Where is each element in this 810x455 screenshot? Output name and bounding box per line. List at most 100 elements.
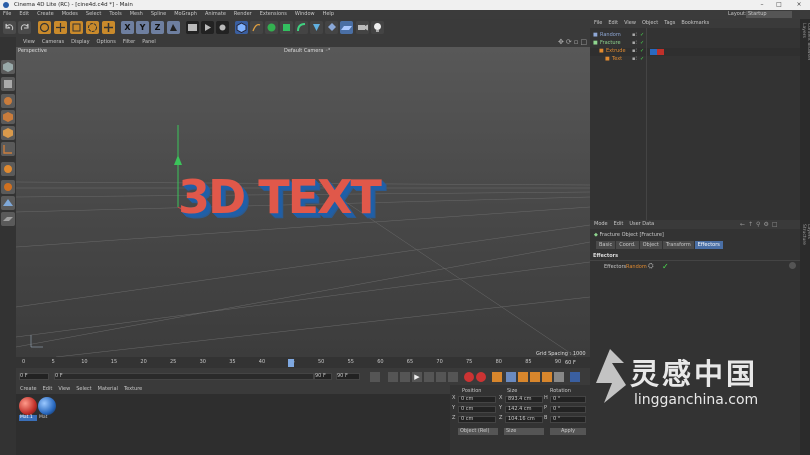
visibility-toggle-icon[interactable]: ▪⁝ [632,40,637,46]
side-tab-structure[interactable]: Structure [801,224,806,246]
object-menu-view[interactable]: View [624,20,636,26]
attribute-menu-edit[interactable]: Edit [614,221,624,227]
autokey-icon[interactable] [476,372,486,382]
texture-mode-icon[interactable] [1,94,15,108]
snap-icon[interactable] [1,196,15,210]
render-picture-viewer-icon[interactable] [201,21,214,34]
viewport-menu-display[interactable]: Display [71,39,89,45]
material-tag-icon[interactable] [650,49,664,55]
material-menu-edit[interactable]: Edit [43,386,53,392]
bend-deformer-icon[interactable] [295,21,308,34]
edges-mode-icon[interactable] [1,126,15,140]
scale-key-icon[interactable] [518,372,528,382]
go-to-start-icon[interactable] [370,372,380,382]
object-row[interactable]: ■ Text ▪⁝ ✓ [590,56,800,64]
object-menu-edit[interactable]: Edit [608,20,618,26]
menu-item-spline[interactable]: Spline [151,11,166,17]
menu-item-extensions[interactable]: Extensions [260,11,287,17]
undo-icon[interactable] [3,21,16,34]
scale-icon[interactable] [70,21,83,34]
viewport-menu-view[interactable]: View [23,39,35,45]
next-frame-icon[interactable] [424,372,434,382]
object-row[interactable]: ■ Random ▪⁝ ✓ [590,32,800,40]
tweak-mode-icon[interactable] [1,180,15,194]
effectors-field-value[interactable]: Random [626,264,647,270]
record-icon[interactable] [464,372,474,382]
coordinate-mode-select[interactable]: Object (Rel) [458,428,498,435]
viewport-nav-icons[interactable]: ✥⟳▫□ [558,38,588,46]
visibility-toggle-icon[interactable]: ▪⁝ [632,48,637,54]
array-icon[interactable] [280,21,293,34]
start-frame-field[interactable]: 0 F [19,373,49,380]
menu-item-create[interactable]: Create [37,11,54,17]
end-frame-field[interactable]: 90 F [336,373,360,380]
menu-item-mograph[interactable]: MoGraph [174,11,197,17]
y-axis-lock-button[interactable]: Y [136,21,149,34]
close-button[interactable]: × [792,0,806,10]
floor-icon[interactable] [340,21,353,34]
timeline-ruler[interactable]: 051015202530354045505560657075808590 60 … [16,357,590,368]
enabled-check-icon[interactable]: ✓ [640,40,644,46]
attribute-menu-user-data[interactable]: User Data [629,221,654,227]
render-settings-icon[interactable] [216,21,229,34]
pla-key-icon[interactable] [554,372,564,382]
layout-select[interactable]: Startup [746,11,792,18]
tag-icon[interactable] [325,21,338,34]
position-field[interactable]: 0 cm [458,416,496,423]
material-menu-select[interactable]: Select [76,386,91,392]
side-tab-content-browser[interactable]: Content Browser [806,23,810,61]
rotation-key-icon[interactable] [530,372,540,382]
position-field[interactable]: 0 cm [458,396,496,403]
camera-icon[interactable] [356,21,369,34]
menu-item-modes[interactable]: Modes [62,11,78,17]
material-menu-texture[interactable]: Texture [124,386,142,392]
make-editable-icon[interactable] [1,60,15,74]
workplane-icon[interactable] [1,212,15,226]
viewport-3d[interactable]: Perspective Default Camera ◦° 3D TEXT Gr… [16,47,590,363]
live-select-icon[interactable] [38,21,51,34]
3d-text-object[interactable]: 3D TEXT [178,172,382,222]
subdivision-surface-icon[interactable] [265,21,278,34]
apply-button[interactable]: Apply [550,428,586,435]
attribute-menu-mode[interactable]: Mode [594,221,608,227]
playhead[interactable] [288,359,294,367]
rotation-field[interactable]: 0 ° [550,416,586,423]
menu-item-help[interactable]: Help [323,11,334,17]
menu-item-animate[interactable]: Animate [205,11,226,17]
menu-item-file[interactable]: File [3,11,11,17]
material-swatch-1[interactable]: Mat.1 [19,397,37,423]
parameter-key-icon[interactable] [542,372,552,382]
viewport-menu-filter[interactable]: Filter [123,39,135,45]
keyframe-selection-icon[interactable] [492,372,502,382]
enabled-check-icon[interactable]: ✓ [640,48,644,54]
visibility-toggle-icon[interactable]: ▪⁝ [632,56,637,62]
light-icon[interactable] [371,21,384,34]
render-view-icon[interactable] [186,21,199,34]
menu-item-edit[interactable]: Edit [19,11,29,17]
side-tab-layers[interactable]: Layers [806,224,810,246]
rotate-icon[interactable] [86,21,99,34]
axis-mode-icon[interactable] [1,162,15,176]
points-mode-icon[interactable] [1,110,15,124]
effector-icon[interactable]: ⛭ [648,262,656,270]
redo-icon[interactable] [18,21,31,34]
object-menu-file[interactable]: File [594,20,602,26]
enabled-check-icon[interactable]: ✓ [640,56,644,62]
size-field[interactable]: 104.16 cm [505,416,543,423]
model-mode-icon[interactable] [1,77,15,91]
viewport-menu-cameras[interactable]: Cameras [42,39,64,45]
menu-item-tools[interactable]: Tools [109,11,121,17]
preview-end-field[interactable]: 90 F [314,373,332,380]
size-mode-select[interactable]: Size [504,428,544,435]
next-key-icon[interactable] [436,372,446,382]
position-key-icon[interactable] [506,372,516,382]
tab-effectors[interactable]: Effectors [694,241,723,249]
enabled-check-icon[interactable]: ✓ [640,32,644,38]
tab-transform[interactable]: Transform [662,241,694,249]
material-swatch-2[interactable]: Mat [38,397,56,423]
minimize-button[interactable]: – [755,0,769,10]
size-field[interactable]: 142.4 cm [505,406,543,413]
coordinate-system-icon[interactable] [167,21,180,34]
play-icon[interactable]: ▶ [412,372,422,382]
menu-item-window[interactable]: Window [295,11,315,17]
